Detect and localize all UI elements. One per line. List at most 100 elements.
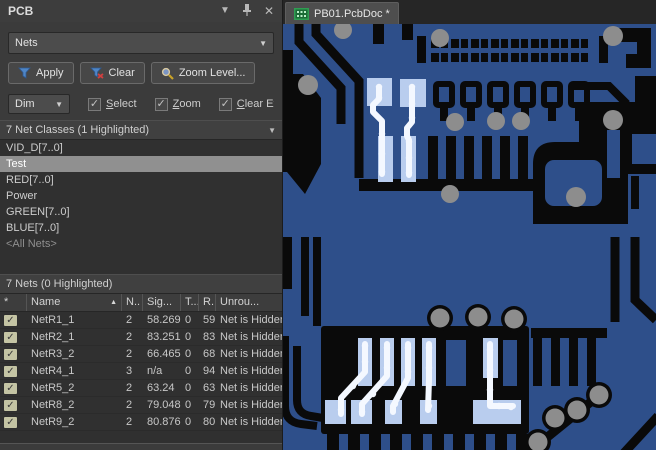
column-header-unrouted[interactable]: Unrou... [216, 294, 282, 311]
net-t: 0 [185, 399, 192, 411]
row-checkbox[interactable]: ✓ [3, 364, 18, 378]
nets-table-body: ✓ NetR1_1 2 58.269 0 59 Net is Hidden ✓ NetR2_1 2… [0, 312, 282, 431]
panel-header: PCB ▼ ✕ [0, 0, 282, 22]
row-checkbox[interactable]: ✓ [3, 347, 18, 361]
panel-toolbar: Apply Clear Zoom Level... [8, 62, 274, 84]
row-checkbox[interactable]: ✓ [3, 398, 18, 412]
document-tab-bar: PB01.PcbDoc * [283, 0, 656, 24]
table-row[interactable]: ✓ NetR3_2 2 66.465 0 68. Net is Hidden [0, 346, 282, 363]
row-checkbox-cell: ✓ [0, 415, 27, 429]
net-classes-header[interactable]: 7 Net Classes (1 Highlighted) ▼ [0, 120, 282, 140]
nets-header[interactable]: 7 Nets (0 Highlighted) [0, 274, 282, 294]
pcb-panel: PCB ▼ ✕ Nets ▼ Apply Clear Zoom Level... [0, 0, 283, 450]
checkbox-icon[interactable]: ✓ [88, 97, 101, 111]
table-row[interactable]: ✓ NetR4_1 3 n/a 0 94. Net is Hidden [0, 363, 282, 380]
pin-icon[interactable] [242, 3, 252, 19]
option-label: Zoom [172, 98, 201, 110]
net-nodes: 2 [126, 416, 133, 428]
table-row[interactable]: ✓ NetR9_2 2 80.876 0 80. Net is Hidden [0, 414, 282, 431]
chevron-down-icon: ▼ [259, 38, 267, 48]
net-class-item[interactable]: Test [0, 156, 282, 172]
net-nodes: 2 [126, 331, 133, 343]
net-routed: 79. [203, 399, 216, 411]
net-unrouted: Net is Hidden [220, 314, 282, 326]
net-t: 0 [185, 314, 192, 326]
pcb-canvas[interactable] [281, 20, 656, 450]
option-row: Dim ▼ ✓ Select ✓ Zoom ✓ Clear Existing [8, 94, 274, 114]
net-unrouted: Net is Hidden [220, 348, 282, 360]
net-class-item[interactable]: Power [0, 188, 282, 204]
column-header-name[interactable]: Name ▲ [27, 294, 122, 311]
net-t: 0 [185, 348, 192, 360]
table-row[interactable]: ✓ NetR1_1 2 58.269 0 59 Net is Hidden [0, 312, 282, 329]
option-checkboxes: ✓ Select ✓ Zoom ✓ Clear Existing [70, 97, 274, 111]
net-t: 0 [185, 382, 192, 394]
funnel-icon [18, 67, 31, 79]
net-t: 0 [185, 331, 192, 343]
option-label: Clear Existing [236, 98, 274, 110]
row-checkbox-cell: ✓ [0, 381, 27, 395]
column-header-t[interactable]: T... [181, 294, 199, 311]
row-checkbox[interactable]: ✓ [3, 313, 18, 327]
sort-asc-icon: ▲ [110, 299, 117, 306]
table-row[interactable]: ✓ NetR2_1 2 83.251 0 83. Net is Hidden [0, 329, 282, 346]
net-nodes: 2 [126, 314, 133, 326]
document-tab[interactable]: PB01.PcbDoc * [285, 2, 399, 24]
row-checkbox-cell: ✓ [0, 347, 27, 361]
apply-button[interactable]: Apply [8, 62, 74, 84]
table-row[interactable]: ✓ NetR8_2 2 79.048 0 79. Net is Hidden [0, 397, 282, 414]
close-icon[interactable]: ✕ [264, 5, 274, 17]
dim-value: Dim [15, 98, 35, 110]
column-header-nodes[interactable]: N.. [122, 294, 143, 311]
net-signal: 79.048 [147, 399, 181, 411]
net-name: NetR3_2 [31, 348, 75, 360]
panel-mode-value: Nets [15, 37, 38, 49]
panel-mode-select[interactable]: Nets ▼ [8, 32, 274, 54]
row-checkbox[interactable]: ✓ [3, 330, 18, 344]
net-signal: n/a [147, 365, 163, 377]
zoom-level-button[interactable]: Zoom Level... [150, 62, 256, 84]
net-routed: 68. [203, 348, 216, 360]
dim-select[interactable]: Dim ▼ [8, 94, 70, 114]
table-row[interactable]: ✓ NetR5_2 2 63.24 0 63. Net is Hidden [0, 380, 282, 397]
row-checkbox-cell: ✓ [0, 364, 27, 378]
option-select[interactable]: ✓ Select [88, 97, 137, 111]
pcb-doc-icon [294, 7, 309, 20]
funnel-clear-icon [89, 67, 104, 79]
row-checkbox[interactable]: ✓ [3, 415, 18, 429]
net-class-list: VID_D[7..0] Test RED[7..0] Power GREEN[7..0]… [0, 140, 282, 252]
net-name: NetR9_2 [31, 416, 75, 428]
net-signal: 63.24 [147, 382, 175, 394]
pcb-editor-view[interactable] [281, 20, 656, 450]
net-class-item[interactable]: VID_D[7..0] [0, 140, 282, 156]
net-nodes: 2 [126, 382, 133, 394]
net-t: 0 [185, 416, 192, 428]
net-name: NetR4_1 [31, 365, 75, 377]
net-signal: 58.269 [147, 314, 181, 326]
option-clear-existing[interactable]: ✓ Clear Existing [218, 97, 274, 111]
row-checkbox[interactable]: ✓ [3, 381, 18, 395]
net-class-item[interactable]: BLUE[7..0] [0, 220, 282, 236]
column-header-signal[interactable]: Sig... [143, 294, 181, 311]
net-nodes: 3 [126, 365, 133, 377]
option-label: Select [106, 98, 137, 110]
net-name: NetR8_2 [31, 399, 75, 411]
net-name: NetR1_1 [31, 314, 75, 326]
net-signal: 83.251 [147, 331, 181, 343]
panel-title: PCB [8, 4, 34, 18]
net-unrouted: Net is Hidden [220, 399, 282, 411]
checkbox-icon[interactable]: ✓ [218, 97, 232, 111]
panel-dropdown-icon[interactable]: ▼ [220, 6, 230, 16]
net-class-item[interactable]: RED[7..0] [0, 172, 282, 188]
checkbox-icon[interactable]: ✓ [154, 97, 168, 111]
net-class-item[interactable]: GREEN[7..0] [0, 204, 282, 220]
option-zoom[interactable]: ✓ Zoom [154, 97, 201, 111]
chevron-down-icon: ▼ [268, 125, 276, 135]
net-routed: 59 [203, 314, 216, 326]
column-header-star[interactable]: * [0, 294, 27, 311]
net-class-item[interactable]: <All Nets> [0, 236, 282, 252]
panel-bottom-strip [0, 443, 282, 450]
column-header-r[interactable]: R... [199, 294, 216, 311]
net-routed: 83. [203, 331, 216, 343]
clear-button[interactable]: Clear [79, 62, 145, 84]
